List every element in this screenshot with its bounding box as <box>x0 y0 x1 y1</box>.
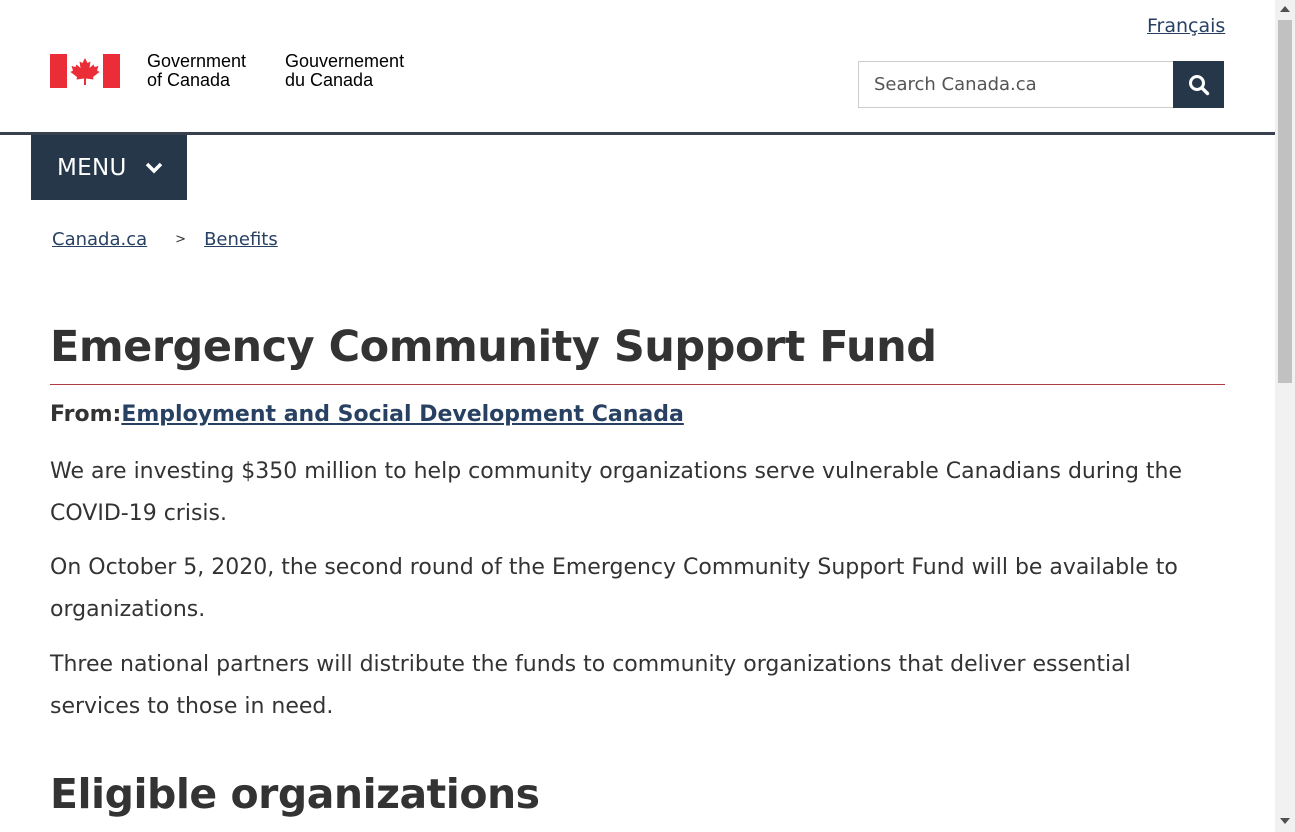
signature-english: Government of Canada <box>147 52 246 90</box>
title-underline <box>50 384 1225 385</box>
search-button[interactable] <box>1173 61 1224 108</box>
page: Français Government of Canada Gouverneme… <box>0 0 1275 832</box>
scroll-thumb[interactable] <box>1278 20 1292 383</box>
breadcrumb-link-canada[interactable]: Canada.ca <box>52 229 147 250</box>
search-input[interactable] <box>859 62 1173 107</box>
language-toggle-link[interactable]: Français <box>1147 15 1225 37</box>
signature-fr-line1: Gouvernement <box>285 51 405 71</box>
chevron-down-icon <box>145 162 163 174</box>
signature-fr-line2: du Canada <box>285 70 374 90</box>
signature-french: Gouvernement du Canada <box>285 52 404 90</box>
signature-en-line2: of Canada <box>147 70 231 90</box>
paragraph-investment: We are investing $350 million to help co… <box>50 459 1183 526</box>
scroll-down-arrow-icon[interactable] <box>1280 818 1290 824</box>
section-heading-eligible: Eligible organizations <box>50 770 540 818</box>
paragraph-national-partners: Three national partners will distribute … <box>50 652 1131 719</box>
breadcrumb-link-benefits[interactable]: Benefits <box>204 229 278 250</box>
breadcrumb: Canada.ca > Benefits <box>52 229 278 250</box>
from-line: From:Employment and Social Development C… <box>50 402 684 427</box>
department-link[interactable]: Employment and Social Development Canada <box>121 402 684 427</box>
search-box <box>858 61 1174 108</box>
vertical-scrollbar[interactable] <box>1275 0 1295 832</box>
page-title: Emergency Community Support Fund <box>50 322 937 372</box>
scroll-up-arrow-icon[interactable] <box>1280 6 1290 12</box>
menu-button[interactable]: MENU <box>31 135 187 200</box>
search-icon <box>1188 74 1209 95</box>
header-divider <box>0 132 1275 135</box>
paragraph-second-round: On October 5, 2020, the second round of … <box>50 555 1178 622</box>
from-label: From: <box>50 402 122 427</box>
signature-en-line1: Government <box>147 51 247 71</box>
menu-label: MENU <box>57 154 127 181</box>
breadcrumb-separator: > <box>175 232 187 247</box>
canada-flag-icon[interactable] <box>50 54 120 88</box>
